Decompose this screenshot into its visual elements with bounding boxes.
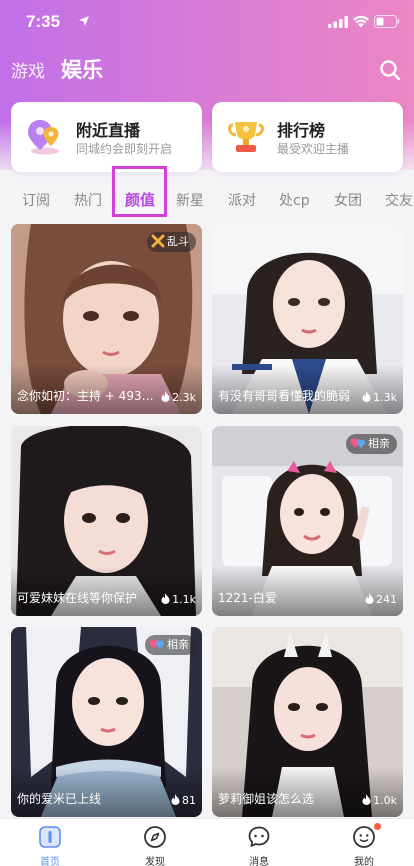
battery-icon: [374, 15, 400, 28]
active-tab-highlight: [112, 166, 167, 217]
cell-signal-icon: [328, 16, 348, 28]
tab-cp[interactable]: 处cp: [279, 190, 310, 210]
hearts-icon: [350, 438, 366, 448]
stream-heat-value: 1.3k: [373, 391, 397, 404]
dating-badge: 相亲: [145, 635, 196, 655]
stream-title: 有没有哥哥看懂我的脆弱: [218, 389, 351, 403]
tab-hot[interactable]: 热门: [74, 190, 102, 210]
stream-heat-value: 241: [376, 593, 397, 606]
nav-profile[interactable]: 我的: [334, 819, 394, 866]
stream-card[interactable]: 相亲 1221-白爱 241: [212, 426, 403, 616]
stream-title: 你的爱米已上线: [17, 792, 102, 806]
nearby-live-title: 附近直播: [76, 121, 141, 140]
notification-dot: [374, 823, 381, 830]
stream-card[interactable]: 乱斗 念你如初：主持 + 49330... 2.3k: [11, 224, 202, 414]
dating-badge: 相亲: [346, 434, 397, 454]
stream-heat-value: 1.1k: [172, 593, 196, 606]
stream-card[interactable]: 萝莉御姐该怎么选 1.0k: [212, 627, 403, 817]
nav-discover[interactable]: 发现: [125, 819, 185, 866]
flame-icon: [161, 593, 170, 604]
chat-icon: [248, 826, 270, 847]
nearby-live-card[interactable]: 附近直播 同城约会即刻开启: [11, 102, 202, 172]
stream-heat-value: 1.0k: [373, 794, 397, 807]
nav-messages[interactable]: 消息: [229, 819, 289, 866]
stream-heat: 81: [171, 794, 196, 807]
profile-icon: [353, 826, 375, 848]
stream-card[interactable]: 可爱妹妹在线等你保护 1.1k: [11, 426, 202, 616]
location-pin-icon: [28, 120, 59, 155]
home-icon: [39, 826, 61, 848]
dating-badge-label: 相亲: [368, 437, 390, 450]
nav-home[interactable]: 首页: [20, 819, 80, 866]
tab-entertainment[interactable]: 娱乐: [61, 54, 103, 84]
nearby-live-subtitle: 同城约会即刻开启: [76, 142, 173, 156]
stream-heat: 1.3k: [362, 391, 397, 404]
tab-games[interactable]: 游戏: [11, 57, 45, 82]
status-time: 7:35: [26, 12, 61, 31]
pk-icon: [151, 234, 165, 248]
stream-heat-value: 81: [182, 794, 196, 807]
location-arrow-icon: [79, 16, 89, 26]
flame-icon: [362, 391, 371, 402]
pk-badge: 乱斗: [147, 232, 196, 252]
search-icon[interactable]: [378, 58, 402, 82]
status-bar: 7:35: [0, 0, 414, 44]
dating-badge-label: 相亲: [167, 638, 189, 651]
tab-girl-group[interactable]: 女团: [334, 190, 362, 210]
tab-social[interactable]: 交友: [385, 190, 413, 210]
nav-home-label: 首页: [40, 857, 60, 866]
stream-heat: 2.3k: [161, 391, 196, 404]
hearts-icon: [149, 639, 165, 649]
pk-badge-label: 乱斗: [167, 235, 189, 248]
stream-heat: 1.0k: [362, 794, 397, 807]
stream-title: 可爱妹妹在线等你保护: [17, 591, 138, 605]
stream-title: 萝莉御姐该怎么选: [218, 792, 315, 806]
compass-icon: [144, 826, 166, 848]
stream-heat-value: 2.3k: [172, 391, 196, 404]
tab-subscribe[interactable]: 订阅: [22, 190, 50, 210]
flame-icon: [365, 593, 374, 604]
nav-messages-label: 消息: [249, 857, 269, 866]
nav-discover-label: 发现: [145, 857, 165, 866]
bottom-nav: 首页 发现 消息 我的: [0, 818, 414, 866]
stream-title: 念你如初：主持 + 49330...: [17, 389, 157, 403]
trophy-icon: [228, 122, 264, 152]
wifi-icon: [353, 15, 369, 28]
flame-icon: [161, 391, 170, 402]
nav-profile-label: 我的: [354, 857, 374, 866]
leaderboard-card[interactable]: 排行榜 最受欢迎主播: [212, 102, 403, 172]
flame-icon: [362, 794, 371, 805]
leaderboard-title: 排行榜: [277, 121, 326, 140]
stream-card[interactable]: 相亲 你的爱米已上线 81: [11, 627, 202, 817]
tab-party[interactable]: 派对: [228, 190, 256, 210]
stream-heat: 241: [365, 593, 397, 606]
category-tabs: 订阅 热门 颜值 新星 派对 处cp 女团 交友: [0, 178, 414, 218]
leaderboard-subtitle: 最受欢迎主播: [277, 142, 350, 156]
stream-title: 1221-白爱: [218, 591, 277, 605]
tab-new-stars[interactable]: 新星: [176, 190, 204, 210]
stream-heat: 1.1k: [161, 593, 196, 606]
flame-icon: [171, 794, 180, 805]
stream-card[interactable]: 有没有哥哥看懂我的脆弱 1.3k: [212, 224, 403, 414]
